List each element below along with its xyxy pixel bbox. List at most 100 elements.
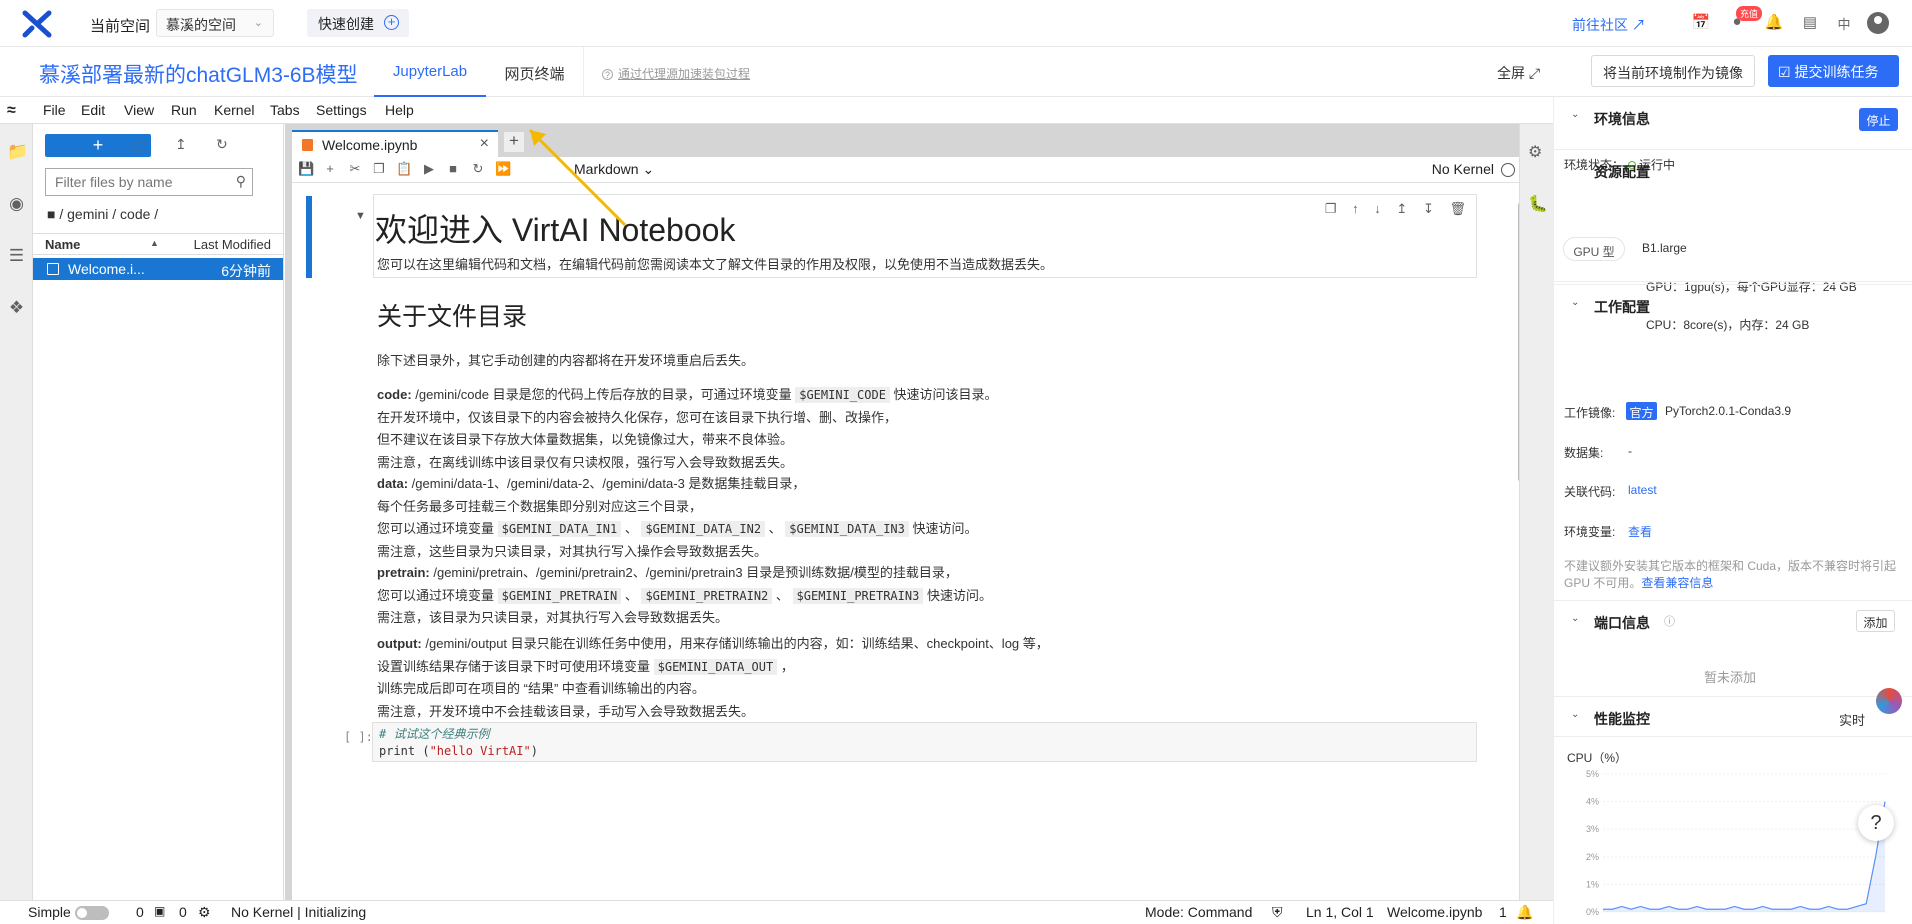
kernel-count: 0	[179, 904, 187, 920]
status-bar: Simple 0 ▣ 0 ⚙ No Kernel | Initializing …	[0, 900, 1553, 924]
notebook-toolbar: 💾 + ✂ ❐ 📋 ▶ ■ ↻ ⏩ Markdown ⌄ No Kernel	[292, 157, 1527, 183]
menu-help[interactable]: Help	[385, 102, 414, 118]
delete-icon[interactable]: 🗑	[1449, 201, 1466, 216]
menu-view[interactable]: View	[124, 102, 154, 118]
image-value: PyTorch2.0.1-Conda3.9	[1665, 404, 1792, 418]
col-last-modified[interactable]: Last Modified	[194, 237, 271, 252]
paste-icon[interactable]: 📋	[396, 161, 412, 177]
insert-below-icon[interactable]: ↧	[1423, 201, 1434, 216]
notebook-icon	[302, 139, 313, 151]
annotation-arrow	[528, 128, 627, 227]
stop-button[interactable]: 停止	[1859, 108, 1898, 131]
pretrain-line1: /gemini/pretrain、/gemini/pretrain2、/gemi…	[429, 565, 958, 580]
data-sep2: 、	[765, 521, 786, 536]
running-icon[interactable]: ◉	[7, 194, 26, 213]
language-toggle[interactable]: 中	[1834, 14, 1854, 34]
submit-training-button[interactable]: ☑ 提交训练任务	[1768, 55, 1899, 87]
move-down-icon[interactable]: ↓	[1374, 201, 1381, 216]
menu-kernel[interactable]: Kernel	[214, 102, 254, 118]
property-inspector-icon[interactable]: ⚙	[1528, 142, 1542, 162]
extension-icon[interactable]: ❖	[7, 298, 26, 317]
toc-icon[interactable]: ☰	[7, 246, 26, 265]
fullscreen-button[interactable]: 全屏 ⤢	[1497, 63, 1540, 83]
run-icon[interactable]: ▶	[421, 161, 437, 177]
menu-run[interactable]: Run	[171, 102, 197, 118]
fast-forward-icon[interactable]: ⏩	[495, 161, 511, 177]
work-config-header[interactable]: ⌄ 工作配置	[1554, 284, 1912, 324]
kernel-name[interactable]: No Kernel	[1432, 161, 1494, 177]
code-cell[interactable]: # 试试这个经典示例 print ("hello VirtAI")	[372, 722, 1477, 762]
restart-icon[interactable]: ↻	[470, 161, 486, 177]
menu-file[interactable]: File	[43, 102, 66, 118]
folder-icon[interactable]: 📁	[7, 142, 28, 161]
data-line1: /gemini/data-1、/gemini/data-2、/gemini/da…	[408, 476, 806, 491]
cpu-chart: CPU（%） 5% 4% 3% 2% 1% 0%	[1567, 751, 1886, 917]
close-icon[interactable]: ×	[480, 135, 489, 153]
question-icon: ⓘ	[1664, 616, 1675, 628]
resource-header[interactable]: ⌄ 资源配置	[1554, 149, 1912, 189]
menu-settings[interactable]: Settings	[316, 102, 367, 118]
simple-mode-toggle[interactable]	[75, 906, 109, 920]
copy-icon[interactable]: ❐	[371, 161, 387, 177]
notebook-content: ▼ ❐ ↑ ↓ ↥ ↧ 🗑 欢迎进入 VirtAI Notebook 您可以在这…	[292, 184, 1517, 900]
file-row[interactable]: Welcome.i... 6分钟前	[33, 258, 283, 280]
collapse-caret-icon[interactable]: ▼	[355, 210, 366, 222]
space-select[interactable]: 慕溪的空间 ⌄	[156, 9, 274, 37]
file-name: Welcome.i...	[68, 261, 145, 277]
debugger-icon[interactable]: 🐛	[1528, 194, 1548, 214]
ai-assistant-icon[interactable]	[1876, 688, 1902, 714]
intro-text: 您可以在这里编辑代码和文档，在编辑代码前您需阅读本文了解文件目录的作用及权限，以…	[377, 257, 1054, 272]
tab-jupyterlab[interactable]: JupyterLab	[374, 47, 486, 97]
perf-realtime[interactable]: 实时	[1839, 710, 1865, 729]
bell-icon[interactable]: 🔔	[1516, 904, 1533, 921]
y-tick-label: 1%	[1586, 879, 1599, 889]
upload-icon[interactable]: ↥	[175, 136, 187, 153]
cursor-position[interactable]: Ln 1, Col 1	[1306, 904, 1374, 920]
calendar-icon[interactable]: 📅	[1691, 13, 1711, 33]
community-link[interactable]: 前往社区 ↗	[1572, 15, 1646, 35]
plus-circle-icon: +	[384, 15, 399, 30]
cut-icon[interactable]: ✂	[347, 161, 363, 177]
notification-count: 1	[1499, 904, 1507, 920]
data-var2: $GEMINI_DATA_IN2	[641, 521, 766, 537]
proxy-link[interactable]: ? 通过代理源加速装包过程	[602, 65, 750, 82]
duplicate-icon[interactable]: ❐	[1325, 201, 1337, 216]
breadcrumb[interactable]: ■ / gemini / code /	[47, 206, 158, 222]
top-bar: 当前空间 慕溪的空间 ⌄ 快速创建 + 前往社区 ↗ 📅 ● 充值 🔔 ▤ 中	[0, 0, 1912, 47]
envvar-link[interactable]: 查看	[1628, 523, 1652, 540]
refresh-icon[interactable]: ↻	[216, 136, 228, 153]
menu-tabs[interactable]: Tabs	[270, 102, 300, 118]
terminal-icon[interactable]: ▣	[154, 904, 165, 918]
save-icon[interactable]: 💾	[298, 161, 314, 177]
code-comment: # 试试这个经典示例	[379, 727, 490, 741]
avatar[interactable]	[1867, 12, 1889, 34]
menu-edit[interactable]: Edit	[81, 102, 105, 118]
code-link[interactable]: latest	[1628, 483, 1657, 497]
compat-link[interactable]: 查看兼容信息	[1641, 576, 1713, 590]
bell-icon[interactable]: 🔔	[1764, 13, 1784, 33]
new-folder-icon[interactable]: 🗀	[132, 136, 146, 160]
output-line2b: ，	[777, 658, 794, 674]
tab-web-terminal[interactable]: 网页终端	[486, 47, 584, 97]
proxy-link-label: 通过代理源加速装包过程	[618, 67, 751, 81]
shield-icon[interactable]: ⛨	[1272, 904, 1283, 921]
quick-create-button[interactable]: 快速创建 +	[307, 9, 409, 37]
filter-files-input[interactable]: Filter files by name ⚲	[45, 168, 253, 196]
make-mirror-button[interactable]: 将当前环境制作为镜像	[1591, 55, 1755, 87]
envvar-label: 环境变量:	[1564, 525, 1616, 539]
data-line2: 每个任务最多可挂载三个数据集即分别对应这三个目录，	[377, 498, 703, 514]
insert-above-icon[interactable]: ↥	[1396, 201, 1407, 216]
insert-cell-icon[interactable]: +	[322, 161, 338, 177]
folder-icon: ■	[47, 206, 56, 222]
kernel-icon[interactable]: ⚙	[198, 904, 211, 921]
tab-welcome-notebook[interactable]: Welcome.ipynb ×	[292, 130, 498, 157]
perf-header[interactable]: ⌄ 性能监控 实时	[1554, 696, 1912, 736]
col-name[interactable]: Name	[45, 237, 80, 252]
move-up-icon[interactable]: ↑	[1352, 201, 1359, 216]
stop-icon[interactable]: ■	[445, 161, 461, 177]
help-button[interactable]: ?	[1858, 805, 1894, 841]
kernel-status[interactable]: No Kernel | Initializing	[231, 904, 366, 920]
virtai-logo-icon[interactable]	[22, 10, 52, 38]
id-card-icon[interactable]: ▤	[1800, 13, 1820, 33]
add-port-button[interactable]: 添加	[1856, 610, 1895, 632]
